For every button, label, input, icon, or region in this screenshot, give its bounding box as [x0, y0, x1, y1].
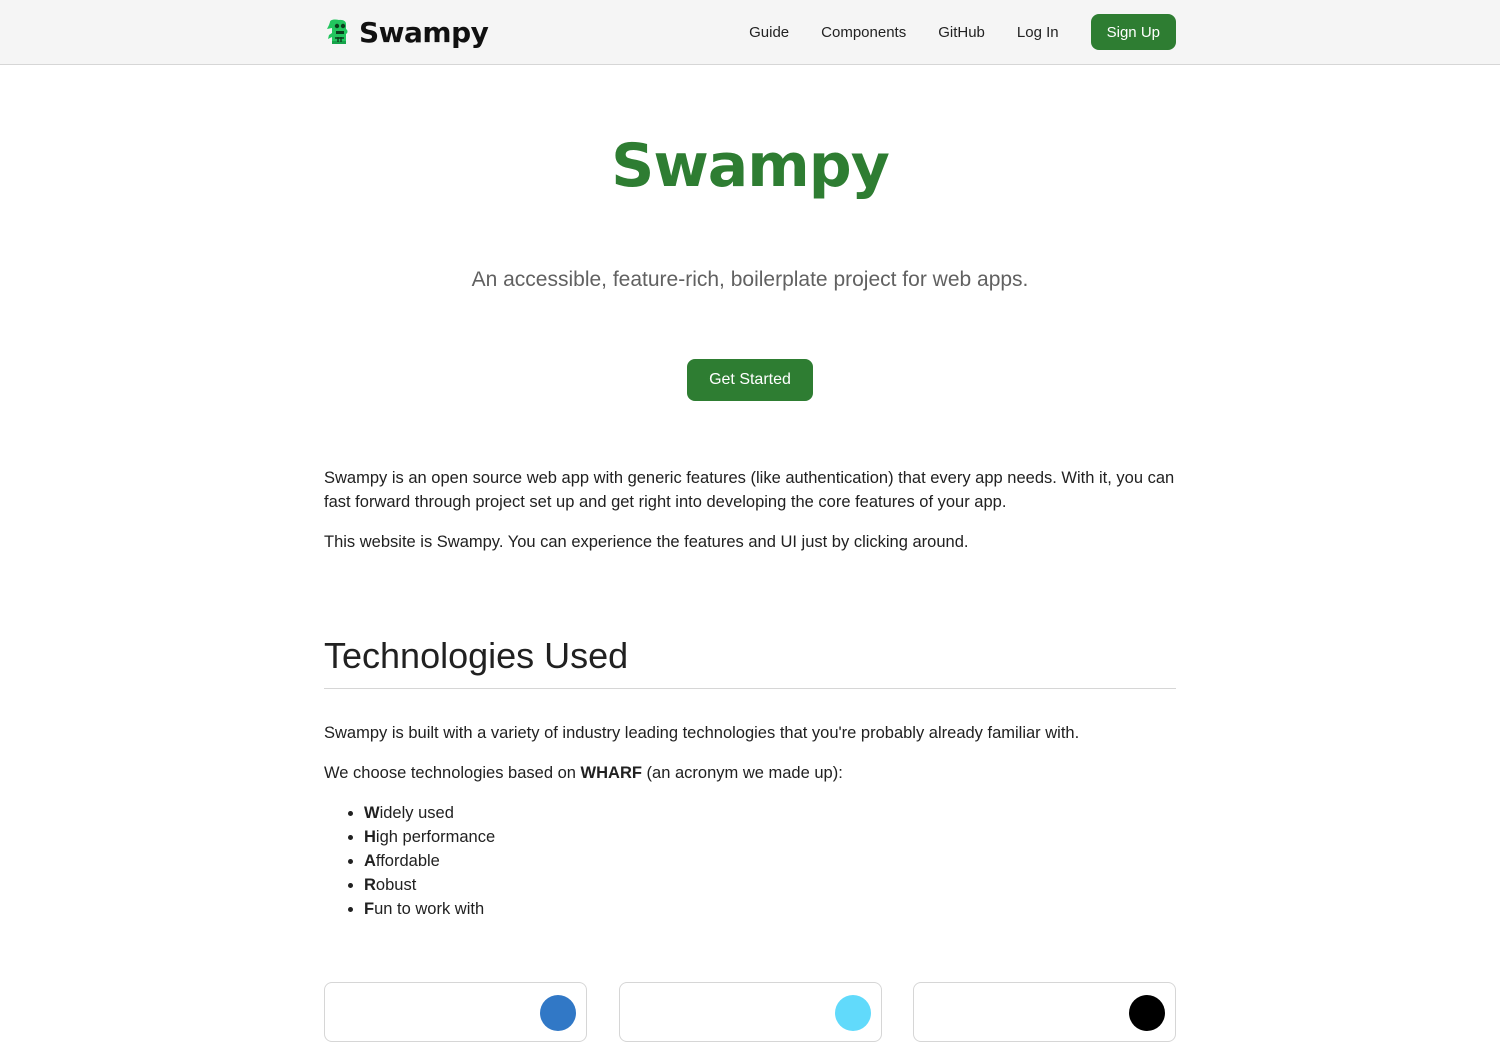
brand-name: Swampy: [359, 15, 489, 49]
technology-card[interactable]: [324, 982, 587, 1042]
wharf-intro-before: We choose technologies based on: [324, 764, 581, 782]
signup-button[interactable]: Sign Up: [1090, 14, 1176, 50]
wharf-item-r: Robust: [364, 873, 1176, 897]
technologies-heading: Technologies Used: [324, 634, 1176, 689]
nav-link-components[interactable]: Components: [821, 24, 906, 41]
hero-title: Swampy: [611, 131, 890, 201]
wharf-rest: idely used: [379, 804, 454, 822]
nav-link-github[interactable]: GitHub: [938, 24, 985, 41]
wharf-letter: H: [364, 828, 376, 846]
wharf-intro-after: (an acronym we made up):: [641, 764, 843, 782]
intro-paragraph: Swampy is an open source web app with ge…: [324, 469, 1175, 511]
wharf-item-h: High performance: [364, 825, 1176, 849]
main-content: Swampy An accessible, feature-rich, boil…: [324, 65, 1176, 1042]
hero-cta-wrapper: Get Started: [324, 359, 1176, 401]
nav-link-login[interactable]: Log In: [1017, 24, 1059, 41]
navbar-inner: Swampy Guide Components GitHub Log In Si…: [324, 0, 1176, 64]
wharf-rest: un to work with: [374, 900, 485, 918]
swamp-monster-logo-icon: [327, 19, 348, 44]
intro-paragraph-2: This website is Swampy. You can experien…: [324, 533, 969, 551]
wharf-item-a: Affordable: [364, 849, 1176, 873]
wharf-intro: We choose technologies based on WHARF (a…: [324, 761, 1176, 785]
nav-links: Guide Components GitHub Log In Sign Up: [749, 14, 1176, 50]
brand-home-link[interactable]: Swampy: [324, 15, 489, 49]
hero-subtitle: An accessible, feature-rich, boilerplate…: [471, 268, 1029, 291]
wharf-acronym: WHARF: [580, 764, 642, 782]
typescript-logo-icon: [540, 995, 576, 1031]
wharf-rest: igh performance: [375, 828, 496, 846]
wharf-letter: F: [364, 900, 375, 918]
wharf-rest: obust: [375, 876, 417, 894]
technology-card[interactable]: [618, 982, 882, 1042]
wharf-letter: A: [364, 852, 376, 870]
technologies-intro: Swampy is built with a variety of indust…: [324, 724, 1080, 742]
nav-link-guide[interactable]: Guide: [749, 24, 789, 41]
nextjs-logo-icon: [1129, 995, 1165, 1031]
technology-card[interactable]: [913, 982, 1176, 1042]
wharf-item-w: Widely used: [364, 801, 1176, 825]
wharf-item-f: Fun to work with: [364, 897, 1176, 921]
wharf-list: Widely used High performance Affordable …: [324, 801, 1176, 921]
wharf-rest: ffordable: [375, 852, 440, 870]
wharf-letter: R: [364, 876, 376, 894]
get-started-button[interactable]: Get Started: [687, 359, 813, 401]
wharf-letter: W: [364, 804, 380, 822]
technology-cards: [324, 982, 1176, 1042]
navbar: Swampy Guide Components GitHub Log In Si…: [0, 0, 1500, 65]
react-logo-icon: [834, 995, 871, 1031]
